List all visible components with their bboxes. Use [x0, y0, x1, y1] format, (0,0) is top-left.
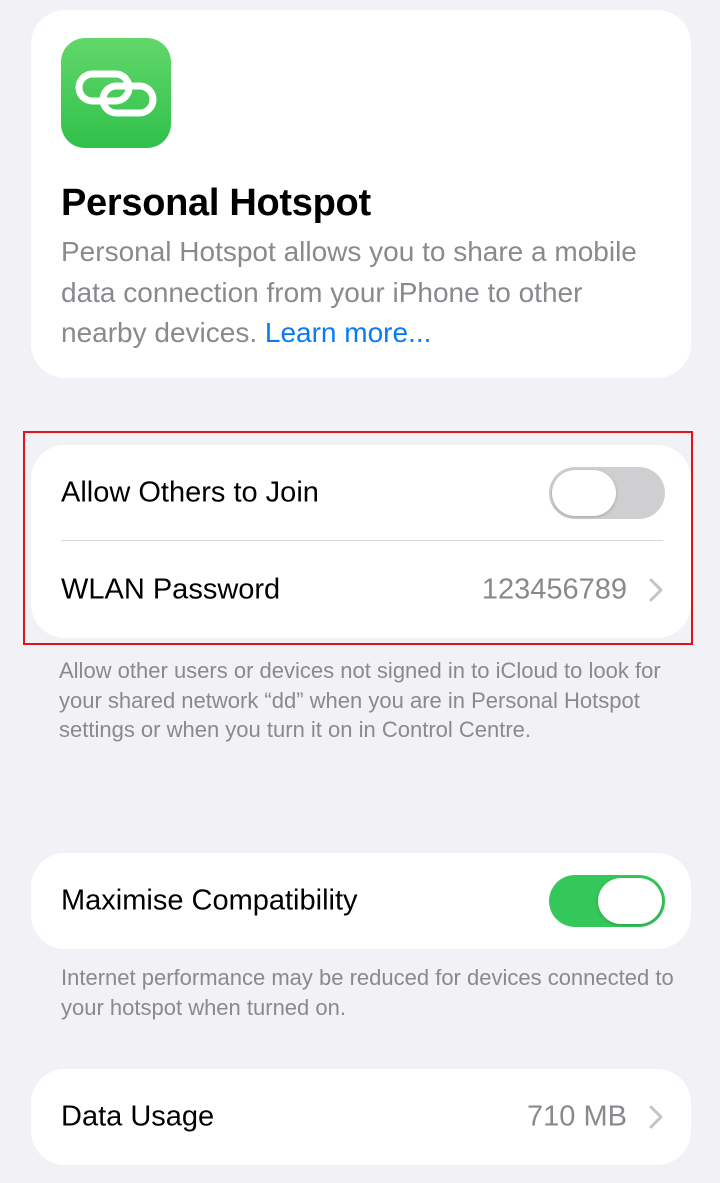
- chevron-right-icon: [649, 578, 663, 602]
- toggle-knob: [552, 470, 616, 516]
- chevron-right-icon: [649, 1105, 663, 1129]
- data-usage-value: 710 MB: [527, 1100, 627, 1133]
- maximise-compatibility-toggle[interactable]: [549, 875, 665, 927]
- data-usage-group: Data Usage 710 MB: [31, 1069, 691, 1165]
- data-usage-row[interactable]: Data Usage 710 MB: [31, 1069, 691, 1165]
- wlan-password-value: 123456789: [481, 573, 627, 606]
- data-usage-label: Data Usage: [61, 1100, 215, 1133]
- wlan-password-row[interactable]: WLAN Password 123456789: [31, 542, 691, 638]
- page-title: Personal Hotspot: [61, 182, 371, 224]
- personal-hotspot-link-icon: [61, 38, 171, 148]
- compatibility-footnote: Internet performance may be reduced for …: [61, 965, 674, 1020]
- allow-others-footnote: Allow other users or devices not signed …: [59, 658, 661, 742]
- intro-card: Personal Hotspot Personal Hotspot allows…: [31, 10, 691, 378]
- intro-description: Personal Hotspot allows you to share a m…: [61, 232, 671, 354]
- compatibility-group: Maximise Compatibility: [31, 853, 691, 949]
- learn-more-link[interactable]: Learn more...: [265, 317, 432, 348]
- allow-others-toggle[interactable]: [549, 467, 665, 519]
- row-divider: [61, 540, 663, 541]
- maximise-compatibility-label: Maximise Compatibility: [61, 884, 358, 917]
- join-settings-group: Allow Others to Join WLAN Password 12345…: [31, 445, 691, 638]
- toggle-knob: [598, 878, 662, 924]
- allow-others-label: Allow Others to Join: [61, 476, 319, 509]
- maximise-compatibility-row: Maximise Compatibility: [31, 853, 691, 949]
- allow-others-row: Allow Others to Join: [31, 445, 691, 541]
- wlan-password-label: WLAN Password: [61, 573, 281, 606]
